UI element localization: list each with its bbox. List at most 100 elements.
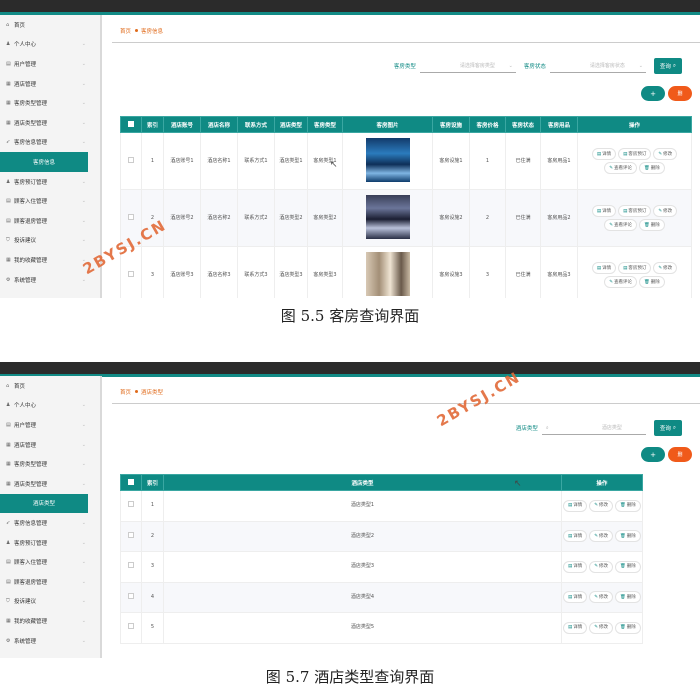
cell-name: 酒店名称2 (200, 189, 238, 247)
room-type-select[interactable]: 请选择客房类型 ⌄ (419, 59, 516, 73)
detail-button[interactable]: ▤ 详情 (563, 530, 588, 543)
row-checkbox[interactable] (128, 623, 134, 630)
room-image[interactable] (365, 137, 410, 182)
delete-row-button[interactable]: 🗑 删除 (615, 591, 641, 604)
cell-htype: 酒店类型2 (163, 520, 562, 552)
sidebar-item[interactable]: 客房信息 (0, 152, 88, 172)
sidebar-item[interactable]: ⚙ 系统管理 ⌄ (0, 631, 100, 651)
detail-button[interactable]: ▤ 详情 (563, 499, 588, 512)
sidebar-item[interactable]: ⛉ 投诉建议 ⌄ (0, 592, 100, 612)
sidebar-item-label: 投诉建议 (14, 599, 37, 606)
sidebar-item[interactable]: ▤ 顾客退房管理 ⌄ (0, 572, 100, 592)
row-checkbox[interactable] (128, 213, 134, 220)
reviews-button[interactable]: ✎ 查看评论 (604, 219, 638, 231)
book-button[interactable]: ▤ 客房预订 (618, 262, 652, 274)
edit-button[interactable]: ✎ 修改 (653, 148, 678, 160)
sidebar-item[interactable]: ⌂ 首页 (0, 376, 100, 396)
delete-button[interactable]: 删 (668, 86, 692, 101)
room-image[interactable] (365, 251, 410, 296)
detail-button[interactable]: ▤ 详情 (563, 621, 588, 634)
delete-row-button[interactable]: 🗑 删除 (615, 530, 641, 543)
detail-button[interactable]: ▤ 详情 (591, 148, 617, 160)
detail-button[interactable]: ▤ 详情 (591, 205, 617, 217)
sidebar-item[interactable]: ⌂ 首页 (0, 15, 100, 35)
sidebar-item[interactable]: ➶ 客房信息管理 ⌄ (0, 133, 100, 153)
edit-button[interactable]: ✎ 修改 (589, 591, 614, 604)
detail-button[interactable]: ▤ 详情 (563, 560, 588, 573)
sidebar-item[interactable]: ➶ 客房信息管理 ⌄ (0, 513, 100, 533)
edit-button[interactable]: ✎ 修改 (589, 499, 614, 512)
row-checkbox[interactable] (128, 592, 134, 599)
hotel-type-input[interactable]: ⌕ 酒店类型 (541, 421, 646, 435)
sidebar-item[interactable]: ⛉ 投诉建议 ⌄ (0, 231, 100, 251)
action-group: ▤ 详情 ▤ 客房预订 ✎ 修改 ✎ 查看评论 🗑 删除 (578, 204, 691, 232)
select-all-checkbox[interactable] (120, 116, 142, 133)
breadcrumb-home[interactable]: 首页 (120, 29, 131, 35)
delete-row-button[interactable]: 🗑 删除 (639, 219, 665, 231)
breadcrumb-dot-icon (135, 29, 139, 32)
query-button[interactable]: 查询 ⌕ (653, 58, 682, 74)
sidebar-item[interactable]: ▤ 顾客入住管理 ⌄ (0, 552, 100, 572)
book-button[interactable]: ▤ 客房预订 (618, 148, 652, 160)
sidebar-item[interactable]: ♟ 客房预订管理 ⌄ (0, 172, 100, 192)
sidebar-item[interactable]: ▤ 用户管理 ⌄ (0, 54, 100, 74)
search-icon: ⌕ (672, 62, 676, 69)
checkbox-icon[interactable] (128, 120, 134, 127)
mouse-cursor-icon: ↖ (330, 160, 338, 170)
row-checkbox[interactable] (128, 270, 134, 277)
edit-button[interactable]: ✎ 修改 (589, 621, 614, 634)
room-status-select[interactable]: 请选择客房状态 ⌄ (549, 59, 646, 73)
sidebar-item[interactable]: ▤ 用户管理 ⌄ (0, 415, 100, 435)
add-button[interactable]: + (641, 86, 665, 101)
select-all-checkbox[interactable] (120, 474, 142, 491)
edit-button[interactable]: ✎ 修改 (589, 560, 614, 573)
sidebar-item[interactable]: ♟ 客房预订管理 ⌄ (0, 533, 100, 553)
reviews-button[interactable]: ✎ 查看评论 (604, 276, 638, 288)
row-checkbox[interactable] (128, 156, 134, 163)
sidebar-item[interactable]: ▦ 客房类型管理 ⌄ (0, 93, 100, 113)
edit-button[interactable]: ✎ 修改 (653, 205, 678, 217)
checkbox-icon[interactable] (128, 478, 134, 485)
sidebar-item[interactable]: ▦ 酒店管理 ⌄ (0, 74, 100, 94)
chevron-down-icon: ⌄ (81, 539, 86, 546)
cell-htype: 酒店类型3 (163, 551, 562, 583)
edit-button[interactable]: ✎ 修改 (653, 262, 678, 274)
sidebar-item[interactable]: ▦ 酒店类型管理 ⌄ (0, 474, 100, 494)
edit-button-label: 修改 (599, 625, 609, 631)
sidebar-item-label: 客房类型管理 (14, 101, 48, 108)
detail-button[interactable]: ▤ 详情 (591, 262, 617, 274)
sidebar-item[interactable]: 酒店类型 (0, 493, 88, 514)
row-checkbox[interactable] (128, 531, 134, 538)
chevron-down-icon: ⌄ (81, 41, 86, 48)
delete-row-button[interactable]: 🗑 删除 (615, 560, 641, 573)
sidebar-item[interactable]: ♟ 个人中心 ⌄ (0, 35, 100, 55)
delete-row-button[interactable]: 🗑 删除 (615, 621, 641, 634)
delete-row-button[interactable]: 🗑 删除 (615, 499, 641, 512)
delete-row-button[interactable]: 🗑 删除 (639, 162, 665, 174)
sidebar-item[interactable]: ▦ 客房类型管理 ⌄ (0, 454, 100, 474)
delete-row-button[interactable]: 🗑 删除 (639, 276, 665, 288)
breadcrumb-home[interactable]: 首页 (120, 390, 131, 396)
cell-facility: 客房设施1 (432, 132, 470, 190)
sidebar-item[interactable]: ▤ 顾客入住管理 ⌄ (0, 191, 100, 211)
delete-button[interactable]: 删 (668, 447, 692, 462)
sidebar-item[interactable]: ▦ 我的收藏管理 ⌄ (0, 611, 100, 631)
sidebar-item[interactable]: ▤ 顾客退房管理 ⌄ (0, 211, 100, 231)
row-checkbox[interactable] (128, 501, 134, 508)
book-button[interactable]: ▤ 客房预订 (618, 205, 652, 217)
cell-actions: ▤ 详情 ▤ 客房预订 ✎ 修改 ✎ 查看评论 🗑 删除 (577, 189, 692, 247)
edit-button[interactable]: ✎ 修改 (589, 530, 614, 543)
row-checkbox[interactable] (128, 562, 134, 569)
sidebar-item[interactable]: ▦ 酒店类型管理 ⌄ (0, 113, 100, 133)
detail-button[interactable]: ▤ 详情 (563, 591, 588, 604)
cell-supplies: 客房用品3 (540, 246, 578, 298)
sidebar-item[interactable]: ♟ 个人中心 ⌄ (0, 396, 100, 416)
reviews-button[interactable]: ✎ 查看评论 (604, 162, 638, 174)
sidebar-item[interactable]: ▦ 酒店管理 ⌄ (0, 435, 100, 455)
delete-row-icon: 🗑 (620, 625, 626, 631)
edit-icon: ✎ (594, 533, 599, 539)
add-button[interactable]: + (641, 447, 665, 462)
action-group: ▤ 详情 ▤ 客房预订 ✎ 修改 ✎ 查看评论 🗑 删除 (578, 147, 691, 175)
query-button[interactable]: 查询 ⌕ (653, 420, 682, 436)
room-image[interactable] (365, 194, 410, 239)
